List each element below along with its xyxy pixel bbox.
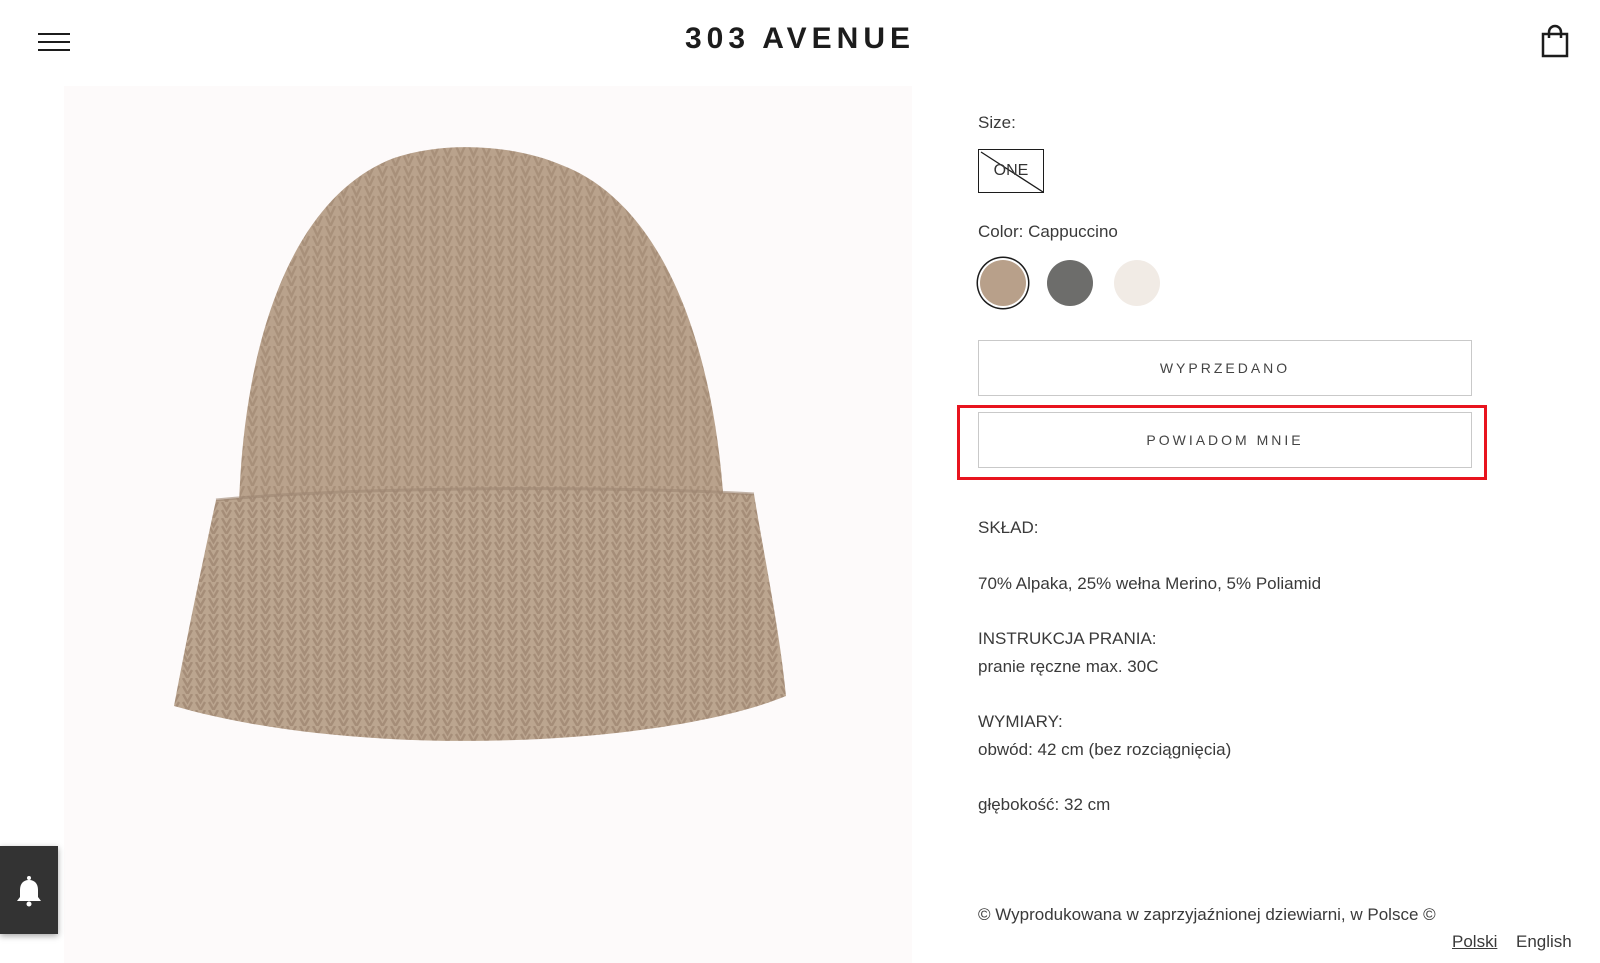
site-header: 303 AVENUE xyxy=(0,0,1600,84)
size-label: Size: xyxy=(978,113,1016,132)
circumference-text: obwód: 42 cm (bez rozciągnięcia) xyxy=(978,740,1232,759)
shopping-bag-icon[interactable] xyxy=(1540,24,1570,58)
color-swatch-grey[interactable] xyxy=(1047,260,1093,306)
size-option-label: ONE xyxy=(993,162,1029,179)
bell-icon[interactable] xyxy=(0,846,58,934)
site-logo[interactable]: 303 AVENUE xyxy=(0,22,1600,56)
washing-text: pranie ręczne max. 30C xyxy=(978,657,1159,676)
dimensions-label: WYMIARY: xyxy=(978,712,1063,731)
composition-label: SKŁAD: xyxy=(978,518,1039,537)
notify-me-button[interactable]: POWIADOM MNIE xyxy=(978,412,1472,468)
color-swatch-cream[interactable] xyxy=(1114,260,1160,306)
sold-out-button[interactable]: WYPRZEDANO xyxy=(978,340,1472,396)
composition-text: 70% Alpaka, 25% wełna Merino, 5% Poliami… xyxy=(978,574,1322,593)
color-label: Color: Cappuccino xyxy=(978,222,1118,241)
color-swatch-cappuccino[interactable] xyxy=(980,260,1026,306)
made-in-text: © Wyprodukowana w zaprzyjaźnionej dziewi… xyxy=(978,905,1436,924)
depth-text: głębokość: 32 cm xyxy=(978,795,1111,814)
language-english[interactable]: English xyxy=(1516,932,1572,952)
washing-label: INSTRUKCJA PRANIA: xyxy=(978,629,1157,648)
product-image xyxy=(64,86,912,963)
size-option-one[interactable]: ONE xyxy=(978,149,1044,193)
language-polski[interactable]: Polski xyxy=(1452,932,1497,952)
